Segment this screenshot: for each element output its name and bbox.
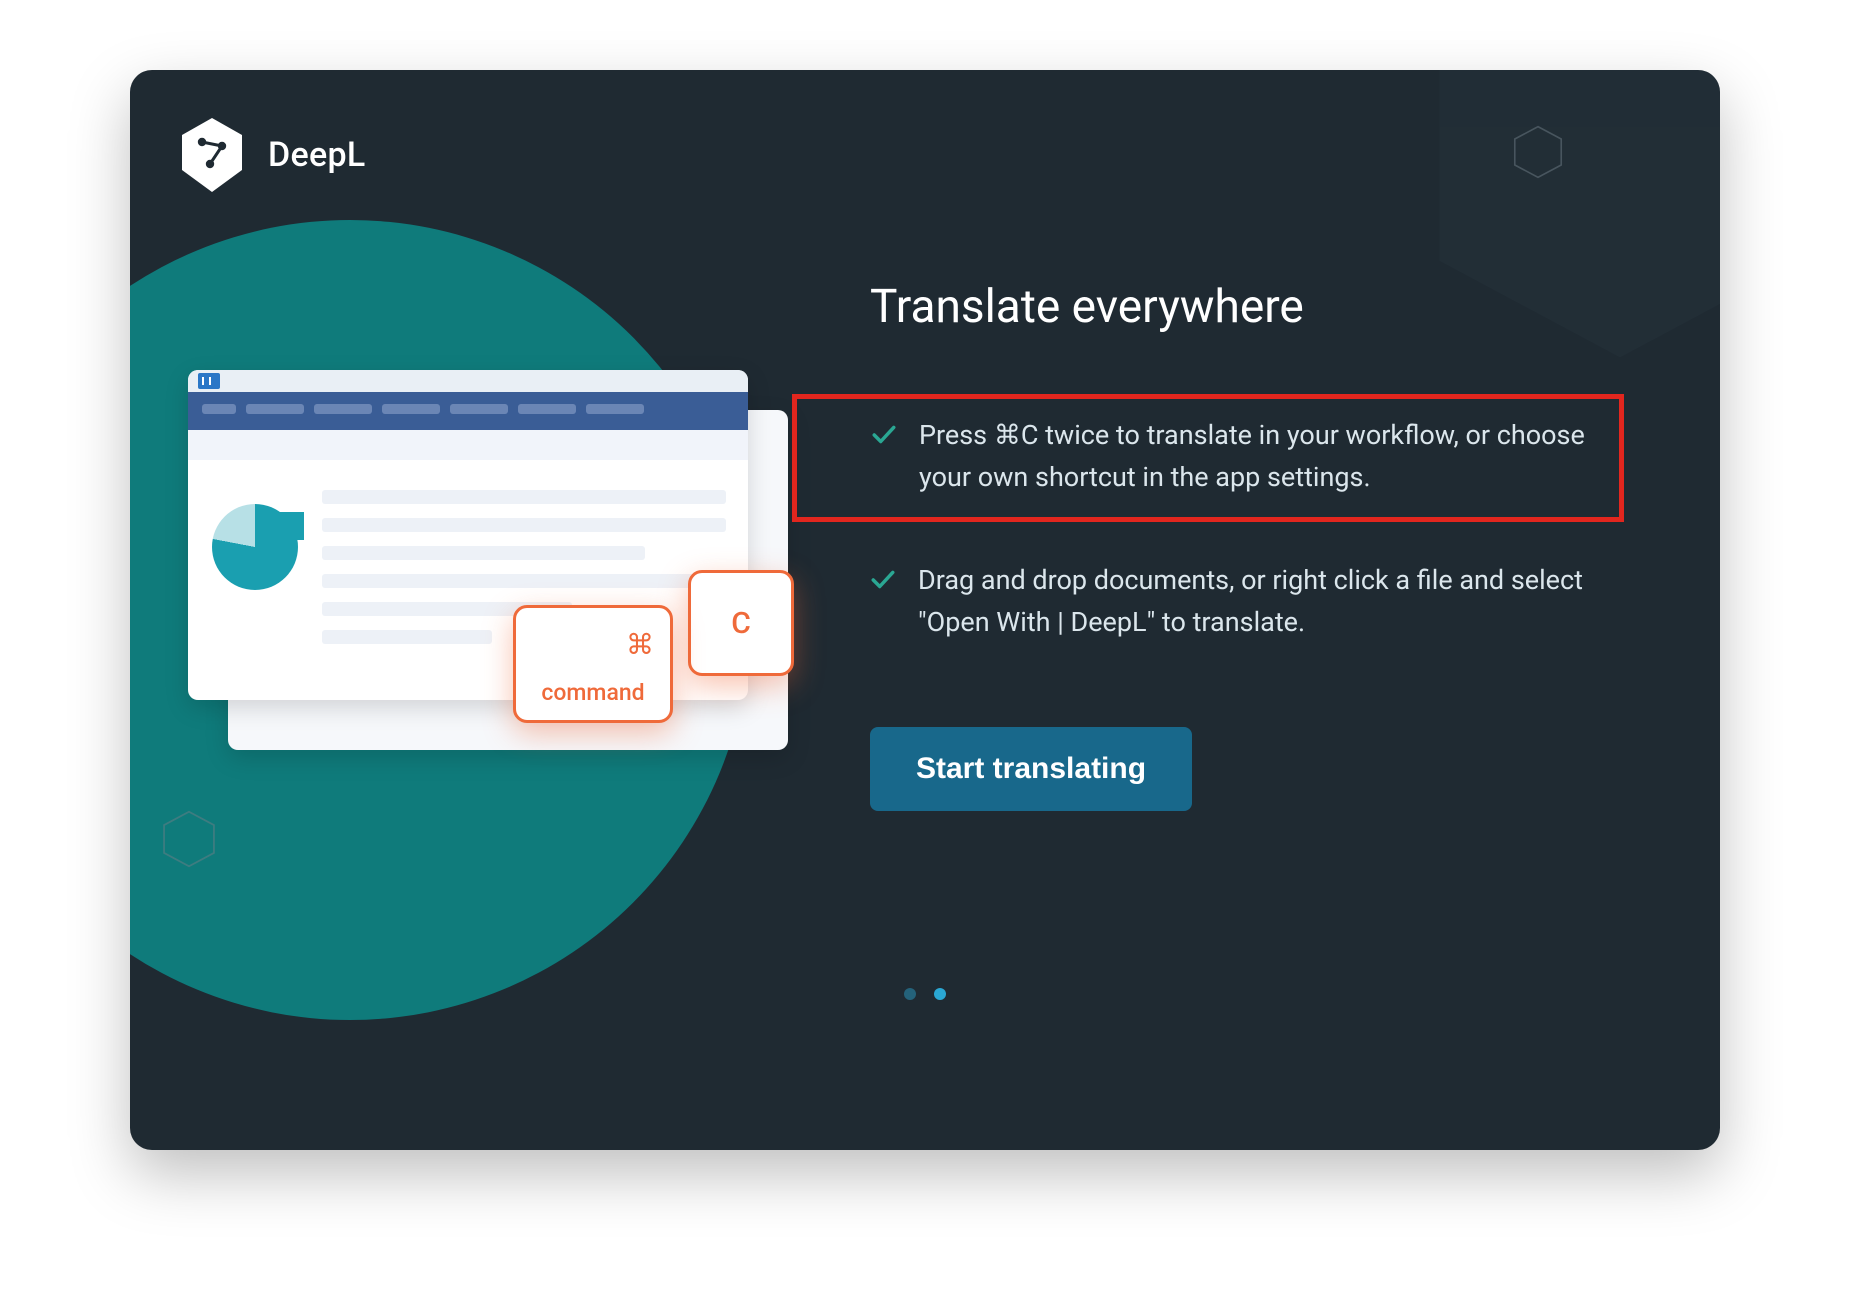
onboarding-content: Translate everywhere Press ⌘C twice to t… [870,280,1640,811]
keycap-c: C [688,570,794,676]
onboarding-window: DeepL [130,70,1720,1150]
check-icon [871,422,897,448]
hexagon-outline-icon [1511,125,1565,179]
deepl-logo-icon [178,116,246,194]
hexagon-outline-icon [160,810,218,868]
key-command-label: command [541,679,644,706]
pager-dot[interactable] [934,988,946,1000]
key-c-label: C [731,606,751,641]
brand-name: DeepL [268,135,366,175]
highlighted-tip: Press ⌘C twice to translate in your work… [792,394,1624,522]
tips-list: Press ⌘C twice to translate in your work… [870,394,1640,643]
pagination-dots [904,988,946,1000]
tip-item: Press ⌘C twice to translate in your work… [871,415,1601,499]
tip-text: Drag and drop documents, or right click … [918,560,1640,644]
tip-text: Press ⌘C twice to translate in your work… [919,415,1601,499]
pie-chart-icon [212,504,298,590]
workflow-illustration: C ⌘ command [168,370,778,760]
word-app-icon [198,373,220,389]
page-title: Translate everywhere [870,280,1640,334]
keycap-command: ⌘ command [513,605,673,723]
command-symbol-icon: ⌘ [626,628,670,661]
brand-logo: DeepL [178,116,366,194]
pager-dot[interactable] [904,988,916,1000]
check-icon [870,567,896,593]
ribbon-tabs [188,392,748,430]
tip-item: Drag and drop documents, or right click … [870,560,1640,644]
start-translating-button[interactable]: Start translating [870,727,1192,811]
